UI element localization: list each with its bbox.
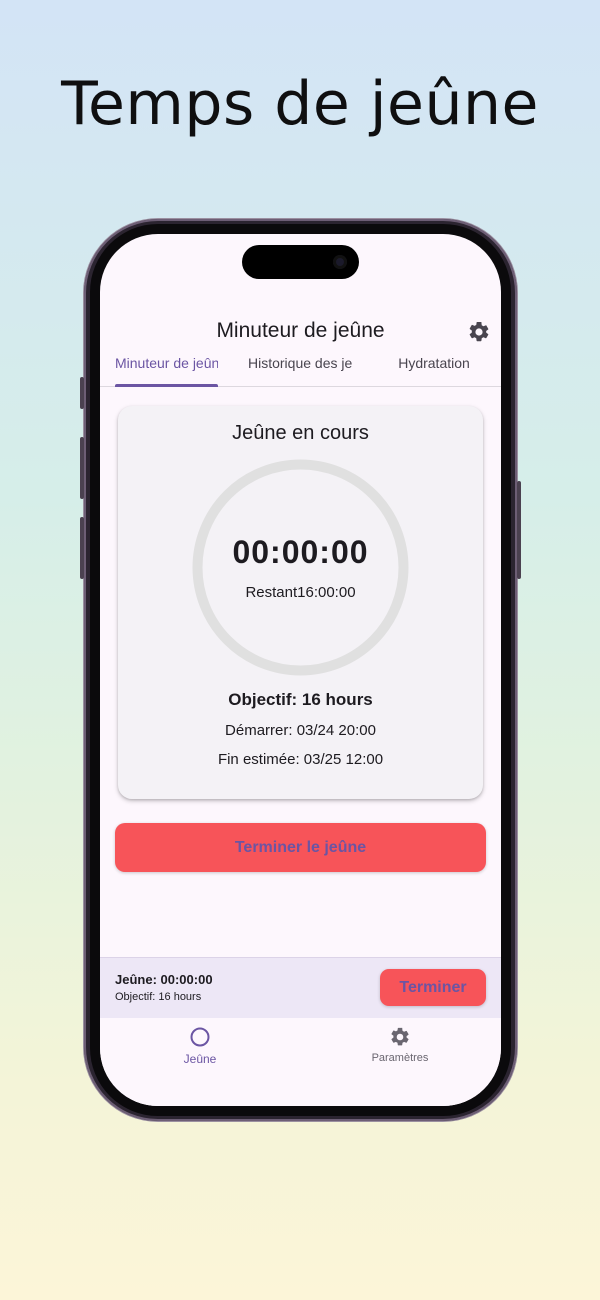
tab-indicator — [115, 384, 218, 387]
nav-item-fast[interactable]: Jeûne — [140, 1026, 260, 1066]
mini-elapsed-time: Jeûne: 00:00:00 — [115, 972, 213, 987]
card-title: Jeûne en cours — [232, 422, 369, 444]
phone-screen: Minuteur de jeûne Minuteur de jeûne Hist… — [100, 234, 501, 1106]
phone-volume-down-button — [80, 517, 84, 579]
fast-goal: Objectif: 16 hours — [228, 690, 373, 709]
tab-history[interactable]: Historique des jeûnes — [248, 350, 353, 386]
phone-action-button — [80, 377, 84, 409]
phone-volume-up-button — [80, 437, 84, 499]
hero-title: Temps de jeûne — [61, 69, 539, 139]
phone-power-button — [517, 481, 521, 579]
nav-item-settings[interactable]: Paramètres — [340, 1026, 460, 1064]
tab-bar: Minuteur de jeûne Historique des jeûnes … — [100, 350, 501, 387]
tab-hydration[interactable]: Hydratation — [382, 350, 486, 386]
gear-icon[interactable] — [467, 320, 491, 344]
phone-frame: Minuteur de jeûne Minuteur de jeûne Hist… — [80, 219, 521, 1121]
dynamic-island — [242, 245, 359, 279]
nav-label-fast: Jeûne — [183, 1052, 217, 1066]
tab-timer[interactable]: Minuteur de jeûne — [115, 350, 218, 386]
remaining-time: Restant16:00:00 — [245, 584, 356, 601]
circle-icon — [190, 1027, 210, 1047]
app-bar-title: Minuteur de jeûne — [216, 319, 385, 342]
timer-value: 00:00:00 — [232, 534, 369, 570]
mini-end-button[interactable]: Terminer — [380, 969, 486, 1006]
gear-icon — [391, 1027, 409, 1046]
end-fast-button[interactable]: Terminer le jeûne — [115, 823, 486, 872]
bottom-navigation: Jeûne Paramètres — [100, 1018, 501, 1106]
nav-label-settings: Paramètres — [371, 1052, 429, 1064]
start-time: Démarrer: 03/24 20:00 — [225, 722, 376, 739]
mini-status-bar: Jeûne: 00:00:00 Objectif: 16 hours Termi… — [100, 957, 501, 1018]
fast-timer-card: Jeûne en cours 00:00:00 Restant16:00:00 … — [118, 406, 483, 799]
estimated-end-time: Fin estimée: 03/25 12:00 — [217, 751, 384, 768]
front-camera — [333, 255, 347, 269]
mini-goal: Objectif: 16 hours — [115, 991, 202, 1003]
